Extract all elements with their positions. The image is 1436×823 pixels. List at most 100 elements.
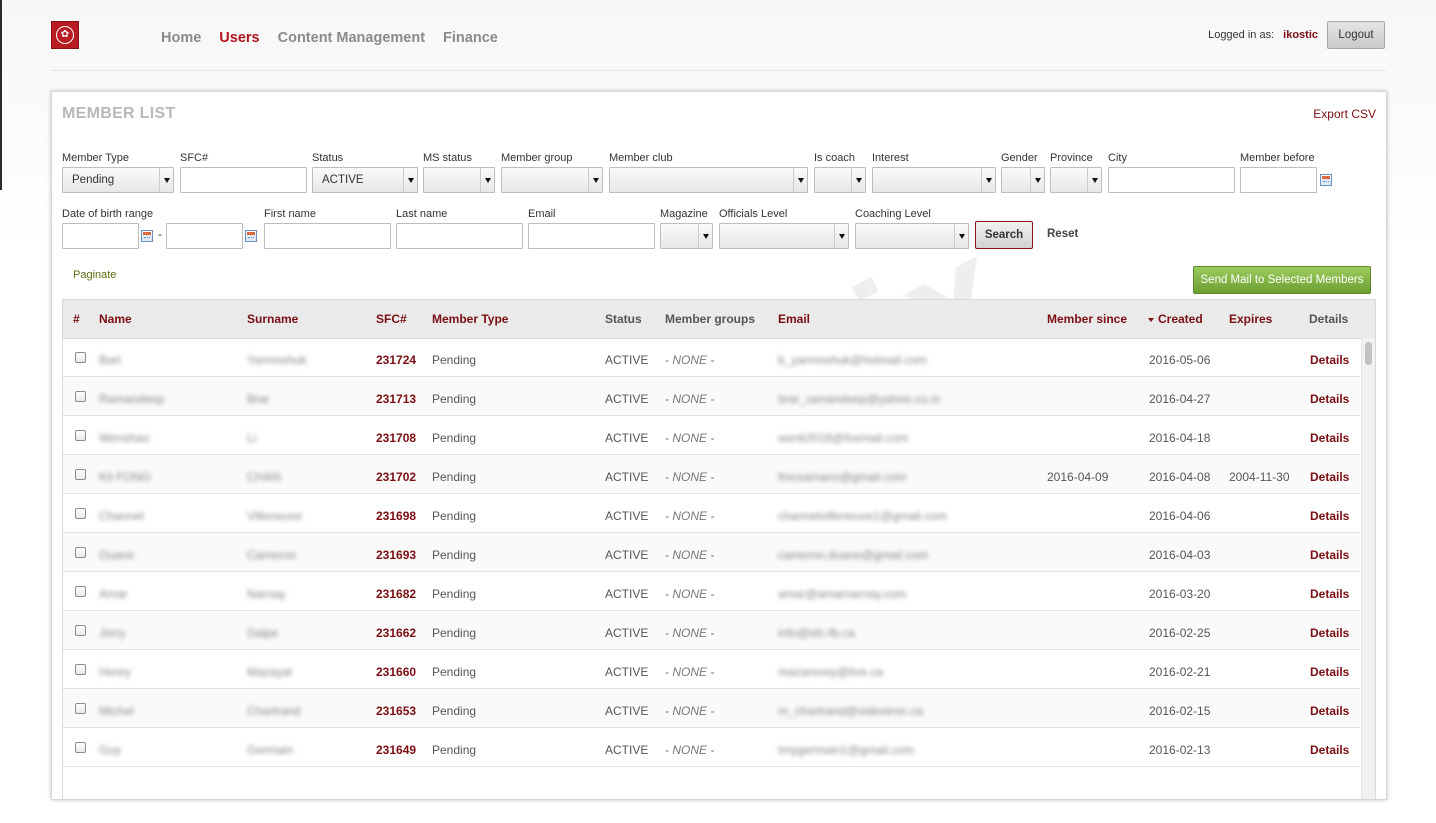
member-type-select[interactable]: Pending: [62, 167, 174, 193]
cell-sfc[interactable]: 231649: [376, 743, 416, 757]
cell-sfc[interactable]: 231708: [376, 431, 416, 445]
table-row[interactable]: Guy Germain 231649 Pending ACTIVE - NONE - tmy…: [63, 728, 1360, 767]
row-checkbox[interactable]: [75, 664, 86, 675]
canada-maple-leaf-logo-icon[interactable]: ✿: [51, 21, 79, 49]
table-row[interactable]: Duane Cameron 231693 Pending ACTIVE - NONE - c…: [63, 533, 1360, 572]
gender-select[interactable]: [1001, 167, 1045, 193]
table-row[interactable]: Jerry Dalpe 231662 Pending ACTIVE - NONE - inf…: [63, 611, 1360, 650]
send-mail-button[interactable]: Send Mail to Selected Members: [1193, 266, 1371, 294]
row-checkbox[interactable]: [75, 391, 86, 402]
col-surname[interactable]: Surname: [247, 312, 298, 326]
calendar-icon[interactable]: [245, 230, 257, 242]
cell-details[interactable]: Details: [1310, 470, 1349, 484]
logout-button[interactable]: Logout: [1327, 21, 1385, 49]
nav-content-management[interactable]: Content Management: [278, 30, 425, 46]
table-row[interactable]: Michel Chartrand 231653 Pending ACTIVE - NONE…: [63, 689, 1360, 728]
cell-name: Kit FONG: [99, 470, 152, 484]
table-row[interactable]: Henry Mazayal 231660 Pending ACTIVE - NONE - m…: [63, 650, 1360, 689]
row-checkbox[interactable]: [75, 703, 86, 714]
email-input[interactable]: [528, 223, 655, 249]
cell-created: 2016-02-21: [1149, 665, 1211, 679]
table-row[interactable]: Amar Narnay 231682 Pending ACTIVE - NONE - ama…: [63, 572, 1360, 611]
row-checkbox[interactable]: [75, 469, 86, 480]
cell-details[interactable]: Details: [1310, 743, 1349, 757]
last-name-input[interactable]: [396, 223, 523, 249]
table-row[interactable]: Channel Villeneuve 231698 Pending ACTIVE - NO…: [63, 494, 1360, 533]
cell-sfc[interactable]: 231682: [376, 587, 416, 601]
cell-surname: Villeneuve: [247, 509, 303, 523]
table-row[interactable]: Wenshao Li 231708 Pending ACTIVE - NONE - wenl…: [63, 416, 1360, 455]
paginate-link[interactable]: Paginate: [73, 269, 116, 281]
col-status[interactable]: Status: [605, 312, 642, 326]
col-member-type[interactable]: Member Type: [432, 312, 508, 326]
reset-link[interactable]: Reset: [1047, 228, 1078, 240]
row-checkbox[interactable]: [75, 586, 86, 597]
member-before-input[interactable]: [1240, 167, 1317, 193]
province-select[interactable]: [1050, 167, 1102, 193]
table-row[interactable]: Ramandeep Brar 231713 Pending ACTIVE - NONE -…: [63, 377, 1360, 416]
cell-details[interactable]: Details: [1310, 704, 1349, 718]
status-label: Status: [312, 152, 344, 164]
cell-type: Pending: [432, 626, 477, 640]
row-checkbox[interactable]: [75, 742, 86, 753]
first-name-input[interactable]: [264, 223, 391, 249]
col-expires[interactable]: Expires: [1229, 312, 1272, 326]
member-group-select[interactable]: [501, 167, 603, 193]
is-coach-select[interactable]: [814, 167, 866, 193]
col-member-groups[interactable]: Member groups: [665, 312, 755, 326]
cell-sfc[interactable]: 231724: [376, 353, 416, 367]
coaching-level-select[interactable]: [855, 223, 969, 249]
cell-details[interactable]: Details: [1310, 665, 1349, 679]
cell-sfc[interactable]: 231713: [376, 392, 416, 406]
col-email[interactable]: Email: [778, 312, 810, 326]
cell-status: ACTIVE: [605, 587, 649, 601]
member-club-select[interactable]: [609, 167, 808, 193]
city-input[interactable]: [1108, 167, 1235, 193]
table-scrollbar[interactable]: [1361, 338, 1375, 799]
cell-surname: Yarmoshuk: [247, 353, 307, 367]
cell-details[interactable]: Details: [1310, 353, 1349, 367]
sfc-input[interactable]: [180, 167, 307, 193]
cell-sfc[interactable]: 231653: [376, 704, 416, 718]
dob-from-input[interactable]: [62, 223, 139, 249]
col-sfc[interactable]: SFC#: [376, 312, 407, 326]
magazine-select[interactable]: [660, 223, 713, 249]
row-checkbox[interactable]: [75, 547, 86, 558]
calendar-icon[interactable]: [1320, 174, 1332, 186]
col-member-since[interactable]: Member since: [1047, 312, 1127, 326]
scrollbar-thumb[interactable]: [1365, 342, 1372, 365]
cell-details[interactable]: Details: [1310, 509, 1349, 523]
cell-details[interactable]: Details: [1310, 626, 1349, 640]
table-row[interactable]: Kit FONG CHAN 231702 Pending ACTIVE - NONE - f…: [63, 455, 1360, 494]
nav-home[interactable]: Home: [161, 30, 201, 46]
chevron-down-icon: [851, 168, 865, 192]
cell-details[interactable]: Details: [1310, 548, 1349, 562]
ms-status-select[interactable]: [423, 167, 495, 193]
cell-details[interactable]: Details: [1310, 431, 1349, 445]
interest-select[interactable]: [872, 167, 996, 193]
cell-sfc[interactable]: 231662: [376, 626, 416, 640]
cell-details[interactable]: Details: [1310, 392, 1349, 406]
search-button[interactable]: Search: [975, 221, 1033, 249]
cell-sfc[interactable]: 231702: [376, 470, 416, 484]
status-select[interactable]: ACTIVE: [312, 167, 418, 193]
nav-finance[interactable]: Finance: [443, 30, 498, 46]
cell-details[interactable]: Details: [1310, 587, 1349, 601]
cell-sfc[interactable]: 231693: [376, 548, 416, 562]
cell-created: 2016-02-25: [1149, 626, 1211, 640]
row-checkbox[interactable]: [75, 625, 86, 636]
table-row[interactable]: Bart Yarmoshuk 231724 Pending ACTIVE - NONE -…: [63, 338, 1360, 377]
col-created[interactable]: Created: [1148, 312, 1203, 326]
row-checkbox[interactable]: [75, 352, 86, 363]
col-name[interactable]: Name: [99, 312, 132, 326]
export-csv-link[interactable]: Export CSV: [1313, 107, 1376, 121]
dob-to-input[interactable]: [166, 223, 243, 249]
row-checkbox[interactable]: [75, 508, 86, 519]
col-index[interactable]: #: [73, 312, 80, 326]
row-checkbox[interactable]: [75, 430, 86, 441]
calendar-icon[interactable]: [141, 230, 153, 242]
officials-level-select[interactable]: [719, 223, 849, 249]
nav-users[interactable]: Users: [219, 30, 259, 46]
cell-sfc[interactable]: 231660: [376, 665, 416, 679]
cell-sfc[interactable]: 231698: [376, 509, 416, 523]
